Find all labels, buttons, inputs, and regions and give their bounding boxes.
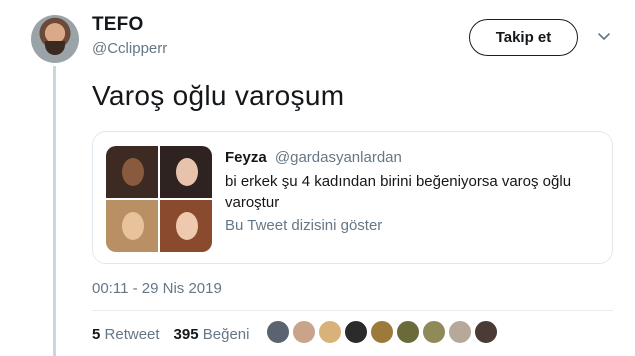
author-handle[interactable]: @Cclipperr bbox=[92, 40, 167, 57]
liker-avatars bbox=[266, 320, 500, 344]
quoted-photo-3[interactable] bbox=[106, 200, 158, 252]
quoted-author-name[interactable]: Feyza bbox=[225, 149, 267, 166]
follow-button[interactable]: Takip et bbox=[469, 19, 578, 56]
engagement-stats: 5 Retweet 395 Beğeni bbox=[92, 326, 249, 343]
divider bbox=[92, 310, 613, 311]
liker-avatar[interactable] bbox=[292, 320, 316, 344]
chevron-down-icon[interactable] bbox=[597, 30, 611, 44]
liker-avatar[interactable] bbox=[474, 320, 498, 344]
liker-avatar[interactable] bbox=[370, 320, 394, 344]
liker-avatar[interactable] bbox=[422, 320, 446, 344]
liker-avatar[interactable] bbox=[266, 320, 290, 344]
like-stat[interactable]: 395 Beğeni bbox=[174, 326, 250, 343]
thread-connector-line bbox=[53, 66, 56, 356]
liker-avatar[interactable] bbox=[318, 320, 342, 344]
tweet-timestamp[interactable]: 00:11 - 29 Nis 2019 bbox=[92, 280, 222, 297]
liker-avatar[interactable] bbox=[396, 320, 420, 344]
author-avatar[interactable] bbox=[31, 15, 79, 63]
quoted-author-handle[interactable]: @gardasyanlardan bbox=[275, 149, 402, 166]
quoted-text: bi erkek şu 4 kadından birini beğeniyors… bbox=[225, 173, 572, 211]
retweet-count: 5 bbox=[92, 326, 101, 343]
quoted-header: Feyza @gardasyanlardan bbox=[225, 149, 402, 166]
quoted-photo-4[interactable] bbox=[160, 200, 212, 252]
liker-avatar[interactable] bbox=[448, 320, 472, 344]
tweet-text: Varoş oğlu varoşum bbox=[92, 80, 345, 111]
quoted-photo-2[interactable] bbox=[160, 146, 212, 198]
like-count: 395 bbox=[173, 326, 199, 343]
quoted-tweet-card[interactable]: Feyza @gardasyanlardan bi erkek şu 4 kad… bbox=[92, 131, 613, 264]
like-label: Beğeni bbox=[202, 326, 250, 343]
author-name[interactable]: TEFO bbox=[92, 14, 143, 36]
show-thread-link[interactable]: Bu Tweet dizisini göster bbox=[225, 217, 382, 234]
quoted-media-grid[interactable] bbox=[106, 146, 212, 252]
avatar-photo-detail bbox=[45, 41, 65, 55]
retweet-label: Retweet bbox=[104, 326, 160, 343]
quoted-photo-1[interactable] bbox=[106, 146, 158, 198]
retweet-stat[interactable]: 5 Retweet bbox=[92, 326, 160, 343]
liker-avatar[interactable] bbox=[344, 320, 368, 344]
